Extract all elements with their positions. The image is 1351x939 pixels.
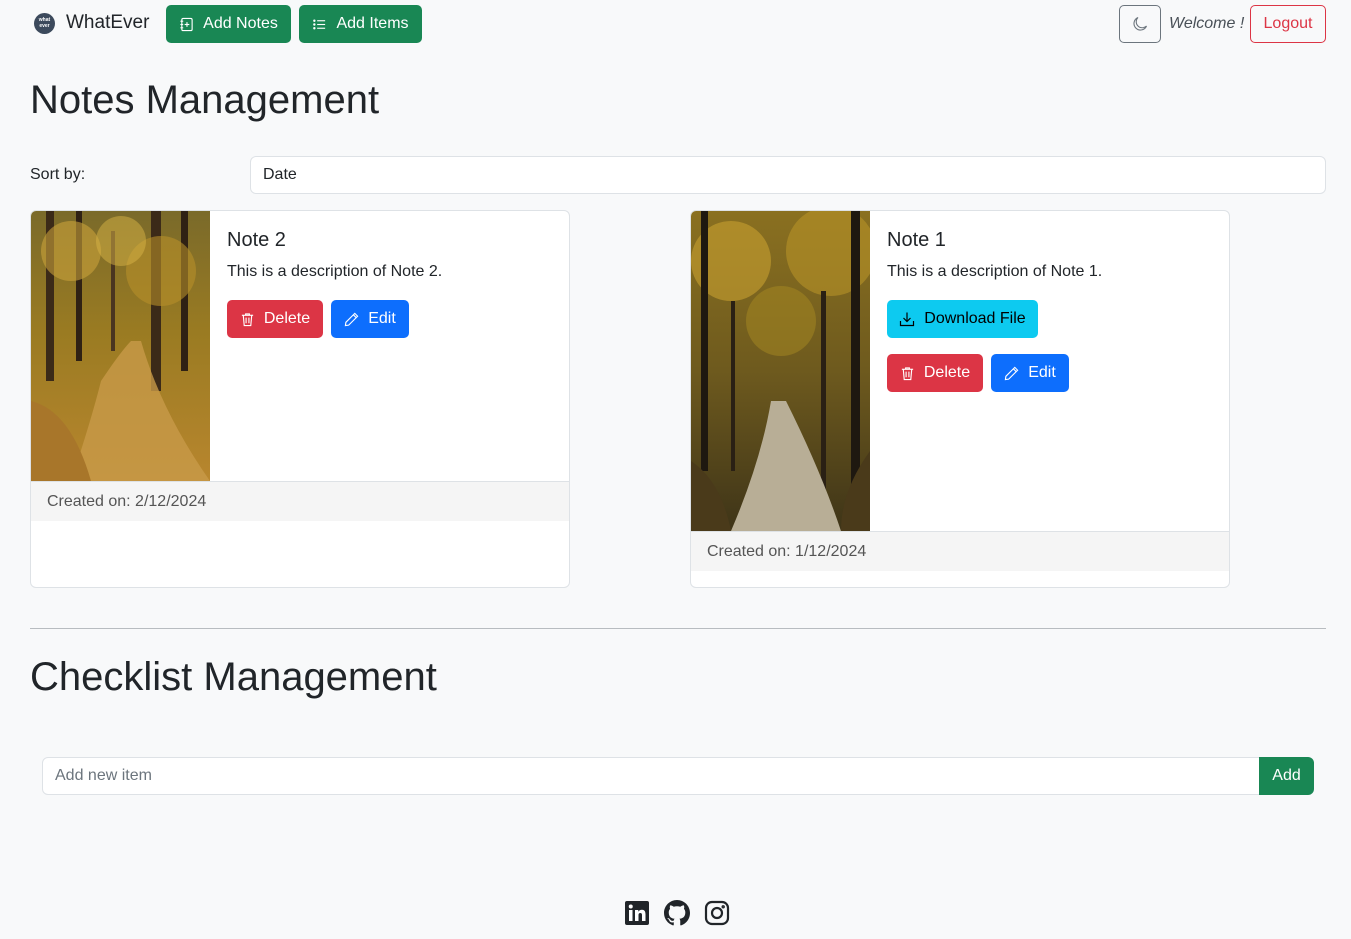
pencil-icon [1004, 366, 1019, 380]
moon-icon [1133, 16, 1148, 31]
delete-button[interactable]: Delete [887, 354, 983, 392]
note-created-date: Created on: 1/12/2024 [691, 531, 1229, 571]
add-notes-button[interactable]: Add Notes [166, 5, 291, 43]
new-item-input[interactable] [42, 757, 1260, 795]
sort-label: Sort by: [30, 166, 86, 183]
edit-button[interactable]: Edit [991, 354, 1069, 392]
trash-icon [901, 366, 913, 380]
add-items-button[interactable]: Add Items [299, 5, 422, 43]
delete-label: Delete [263, 310, 311, 327]
note-title: Note 1 [887, 229, 946, 251]
add-notes-label: Add Notes [203, 15, 278, 32]
list-icon [313, 19, 326, 29]
note-image [691, 211, 870, 531]
note-created-date: Created on: 2/12/2024 [31, 481, 569, 521]
notes-heading: Notes Management [30, 78, 380, 122]
edit-label: Edit [1028, 364, 1056, 381]
delete-label: Delete [923, 364, 971, 381]
download-label: Download File [924, 310, 1026, 327]
sort-select[interactable]: Date [250, 156, 1326, 194]
brand-logo: what ever [34, 12, 55, 34]
note-card: Note 1 This is a description of Note 1. … [690, 210, 1230, 588]
theme-toggle-button[interactable] [1119, 5, 1161, 43]
add-item-button[interactable]: Add [1259, 757, 1314, 795]
add-items-label: Add Items [336, 15, 409, 32]
welcome-text: Welcome ! [1169, 15, 1245, 32]
section-divider [30, 628, 1326, 629]
pencil-icon [344, 312, 359, 326]
journal-plus-icon [180, 17, 193, 31]
download-file-button[interactable]: Download File [887, 300, 1038, 338]
delete-button[interactable]: Delete [227, 300, 323, 338]
brand-name[interactable]: WhatEver [66, 12, 149, 34]
instagram-icon[interactable] [704, 900, 730, 926]
note-description: This is a description of Note 2. [227, 263, 443, 280]
download-icon [900, 312, 915, 327]
social-links [624, 900, 730, 926]
navbar: what ever WhatEver Add Notes Add Items W… [0, 0, 1351, 50]
linkedin-icon[interactable] [624, 900, 650, 926]
brand[interactable]: what ever WhatEver [34, 12, 149, 34]
edit-button[interactable]: Edit [331, 300, 409, 338]
edit-label: Edit [368, 310, 396, 327]
checklist-heading: Checklist Management [30, 655, 437, 699]
brand-logo-text: what ever [38, 17, 51, 29]
note-card: Note 2 This is a description of Note 2. … [30, 210, 570, 588]
logout-button[interactable]: Logout [1250, 5, 1326, 43]
github-icon[interactable] [664, 900, 690, 926]
note-title: Note 2 [227, 229, 286, 251]
note-description: This is a description of Note 1. [887, 263, 1103, 280]
note-image [31, 211, 210, 481]
trash-icon [241, 312, 253, 326]
